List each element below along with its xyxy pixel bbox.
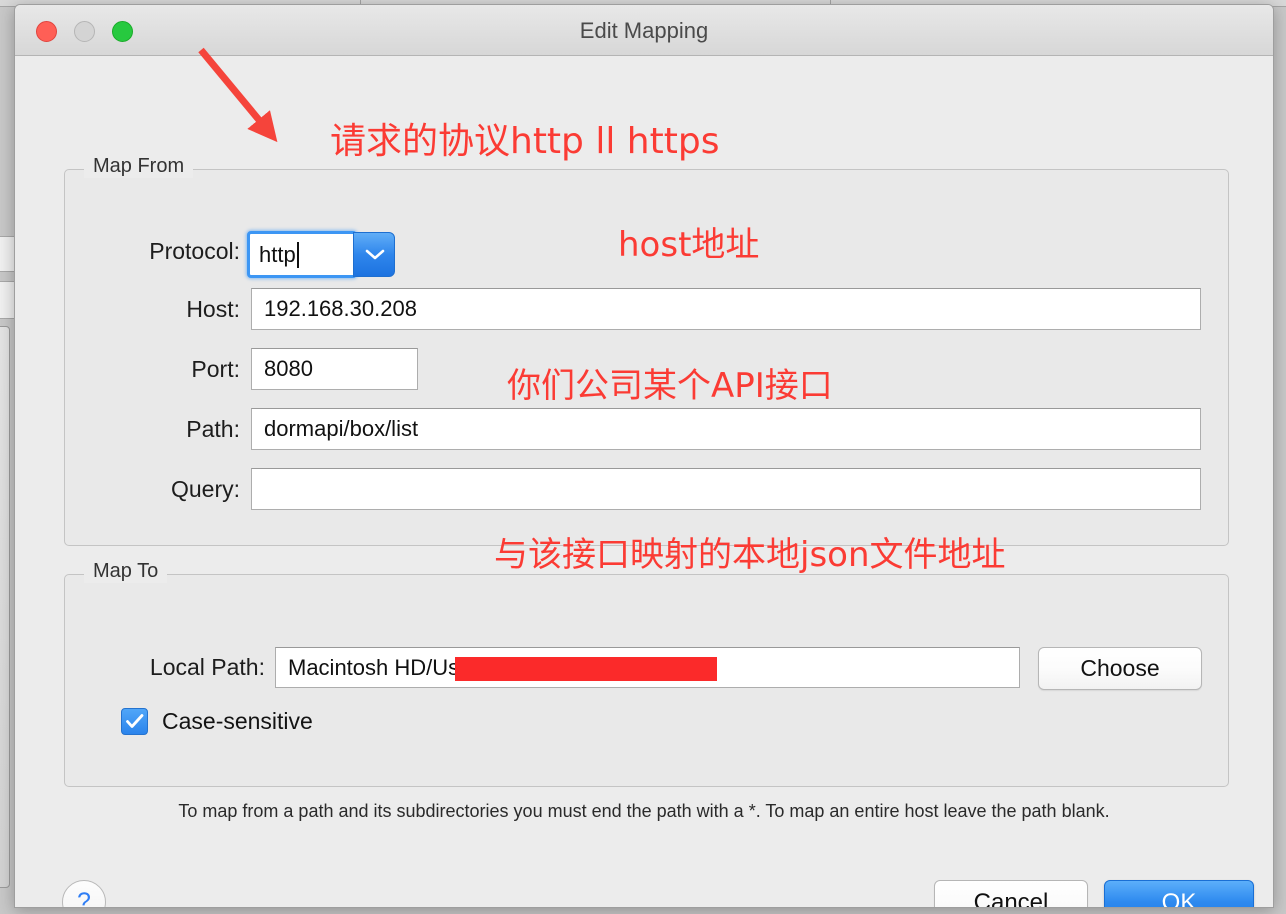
help-text: To map from a path and its subdirectorie…: [178, 801, 1110, 821]
protocol-label: Protocol:: [149, 238, 240, 264]
local-path-label: Local Path:: [149, 654, 265, 680]
path-input[interactable]: dormapi/box/list: [251, 408, 1201, 450]
host-input[interactable]: 192.168.30.208: [251, 288, 1201, 330]
background-window-panel: [0, 326, 10, 888]
case-sensitive-label: Case-sensitive: [162, 708, 313, 734]
map-to-legend: Map To: [84, 560, 168, 583]
protocol-input[interactable]: http: [252, 236, 352, 273]
choose-button[interactable]: Choose: [1038, 647, 1202, 690]
protocol-value: http: [259, 241, 296, 267]
host-label: Host:: [186, 296, 240, 322]
chevron-down-icon: [365, 249, 385, 260]
port-label: Port:: [191, 356, 240, 382]
local-path-input[interactable]: Macintosh HD/Users/ /Desktop/boxList.jso…: [275, 647, 1020, 688]
edit-mapping-dialog: Edit Mapping Map From Protocol: http Hos…: [14, 4, 1274, 908]
ok-button[interactable]: OK: [1104, 880, 1254, 907]
map-from-legend: Map From: [84, 155, 194, 178]
protocol-dropdown-button[interactable]: [353, 232, 395, 277]
dialog-body: Map From Protocol: http Host: 192.168.30…: [15, 56, 1273, 907]
path-label: Path:: [186, 416, 240, 442]
case-sensitive-row[interactable]: Case-sensitive: [121, 708, 313, 735]
help-button[interactable]: ?: [62, 880, 106, 907]
text-cursor: [296, 241, 299, 268]
window-title: Edit Mapping: [579, 18, 709, 43]
port-input[interactable]: 8080: [251, 348, 418, 390]
protocol-combobox[interactable]: http: [247, 231, 395, 278]
title-bar: Edit Mapping: [15, 5, 1273, 56]
case-sensitive-checkbox[interactable]: [121, 708, 148, 735]
query-input[interactable]: [251, 468, 1201, 510]
checkmark-icon: [126, 714, 144, 728]
query-label: Query:: [170, 476, 240, 502]
cancel-button[interactable]: Cancel: [934, 880, 1088, 907]
